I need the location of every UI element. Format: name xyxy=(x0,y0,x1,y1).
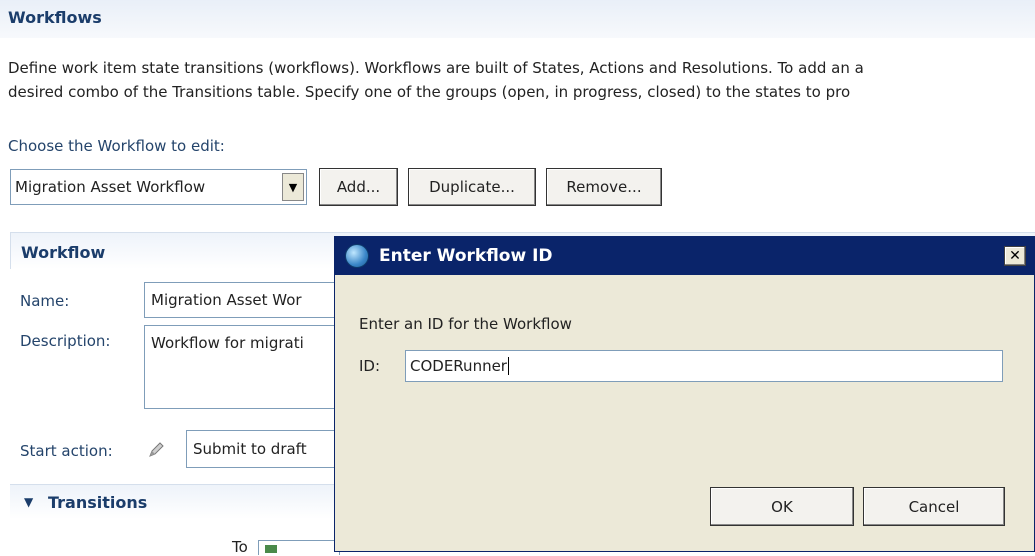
duplicate-button[interactable]: Duplicate... xyxy=(408,168,536,206)
transitions-to-label: To xyxy=(232,538,248,556)
description-label: Description: xyxy=(20,332,111,350)
id-label: ID: xyxy=(359,357,381,375)
dialog-title: Enter Workflow ID xyxy=(379,246,553,266)
page-title: Workflows xyxy=(8,8,102,27)
description-line-2: desired combo of the Transitions table. … xyxy=(8,83,851,101)
choose-workflow-label: Choose the Workflow to edit: xyxy=(8,137,225,155)
dialog-title-bar[interactable]: Enter Workflow ID ✕ xyxy=(335,237,1034,275)
enter-workflow-id-dialog: Enter Workflow ID ✕ Enter an ID for the … xyxy=(334,236,1035,552)
chevron-down-icon[interactable]: ▼ xyxy=(282,173,304,201)
description-line-1: Define work item state transitions (work… xyxy=(8,59,864,77)
start-action-select[interactable]: Submit to draft xyxy=(186,430,346,468)
close-icon[interactable]: ✕ xyxy=(1004,246,1026,266)
text-cursor xyxy=(507,357,509,375)
workflow-select-value: Migration Asset Workflow xyxy=(15,178,206,196)
description-field[interactable]: Workflow for migrati xyxy=(144,325,344,409)
add-button[interactable]: Add... xyxy=(319,168,398,206)
ok-button[interactable]: OK xyxy=(710,487,854,526)
name-label: Name: xyxy=(20,292,70,310)
cancel-button[interactable]: Cancel xyxy=(863,487,1005,526)
id-input-value: CODERunner xyxy=(410,357,507,375)
page-header-bar xyxy=(0,0,1035,38)
workflow-section-title: Workflow xyxy=(21,243,106,262)
globe-icon xyxy=(345,244,369,268)
id-input[interactable]: CODERunner xyxy=(405,350,1003,382)
dialog-message: Enter an ID for the Workflow xyxy=(359,315,572,333)
start-action-label: Start action: xyxy=(20,442,113,460)
transitions-section-title: Transitions xyxy=(48,493,148,512)
transitions-to-field[interactable] xyxy=(258,540,340,555)
remove-button[interactable]: Remove... xyxy=(546,168,662,206)
collapse-triangle-icon[interactable]: ▼ xyxy=(24,495,33,509)
pencil-icon[interactable] xyxy=(146,440,166,460)
workflow-select[interactable]: Migration Asset Workflow ▼ xyxy=(10,169,307,205)
name-field[interactable]: Migration Asset Wor xyxy=(144,282,344,318)
